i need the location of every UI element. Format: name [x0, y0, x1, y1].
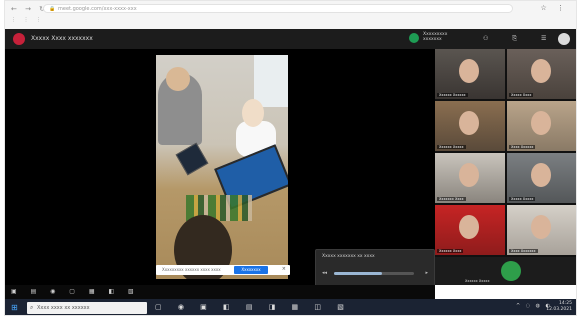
- address-bar[interactable]: 🔒 meet.google.com/xxx-xxxx-xxx: [43, 4, 513, 13]
- participant-tile[interactable]: Xxxxx Xxxx: [507, 49, 576, 99]
- meeting-title: Xxxxx Xxxx xxxxxxx: [31, 35, 93, 42]
- recording-text: Xxxxxxxxx xxxxxxx: [423, 32, 447, 42]
- participant-name: Xxxx Xxxxxxx: [509, 249, 538, 253]
- participant-name: Xxxx Xxxxxx: [509, 145, 536, 149]
- popup-title: Xxxxx xxxxxxx xx xxxx: [322, 254, 375, 259]
- main-video-stage: Xxxxxxxxx xxxxxx xxxx xxxx Xxxxxxxx × Xx…: [5, 49, 435, 299]
- participant-tile[interactable]: Xxxxxxx Xxxx: [435, 153, 505, 203]
- windows-taskbar: ⊞ ⌕ Xxxx xxxx xx xxxxxx ▢ ◉ ▣ ◧ ▤ ◨ ▦ ◫ …: [5, 299, 576, 315]
- screen-share-message: Xxxxxxxxx xxxxxx xxxx xxxx: [162, 267, 221, 272]
- taskbar-search[interactable]: ⌕ Xxxx xxxx xx xxxxxx: [27, 302, 147, 314]
- avatar[interactable]: [558, 33, 570, 45]
- screen: ← → ↻ 🔒 meet.google.com/xxx-xxxx-xxx ☆ ⋮…: [4, 0, 577, 316]
- browser-menu-icons[interactable]: ☆ ⋮: [540, 4, 568, 12]
- recording-line-2: xxxxxxx: [423, 37, 442, 42]
- presenter-video: [156, 55, 288, 279]
- participant-name: Xxxxxx Xxxxx: [437, 145, 466, 149]
- stop-sharing-button[interactable]: Xxxxxxxx: [234, 266, 268, 274]
- clock-date: 12.03.2021: [546, 307, 572, 312]
- search-placeholder: Xxxx xxxx xx xxxxxx: [37, 305, 90, 311]
- self-view-tile[interactable]: Xxxxxx Xxxxx: [435, 257, 576, 285]
- call-control-icons[interactable]: ▣ ▤ ◉ ▢ ▦ ◧ ▧: [11, 288, 140, 295]
- browser-toolbar: ← → ↻ 🔒 meet.google.com/xxx-xxxx-xxx ☆ ⋮…: [5, 1, 576, 29]
- screen-share-notice: Xxxxxxxxx xxxxxx xxxx xxxx Xxxxxxxx ×: [156, 265, 290, 275]
- windows-start-icon[interactable]: ⊞: [11, 303, 18, 312]
- self-view-name: Xxxxxx Xxxxx: [465, 279, 490, 283]
- volume-slider[interactable]: [334, 272, 414, 275]
- participant-name: Xxxxx Xxxx: [509, 93, 534, 97]
- close-icon[interactable]: ×: [282, 266, 286, 272]
- rewind-icon[interactable]: ◂◂: [322, 270, 327, 276]
- meeting-tools[interactable]: ⚇ ⎘ ☰: [483, 35, 557, 43]
- meeting-header: Xxxxx Xxxx xxxxxxx Xxxxxxxxx xxxxxxx ⚇ ⎘…: [5, 29, 576, 49]
- participant-tile[interactable]: Xxxx Xxxxxxx: [507, 205, 576, 255]
- address-text: meet.google.com/xxx-xxxx-xxx: [58, 6, 137, 12]
- participant-name: Xxxxxx Xxxx: [437, 249, 464, 253]
- taskbar-apps[interactable]: ▢ ◉ ▣ ◧ ▤ ◨ ▦ ◫ ▧: [155, 303, 351, 311]
- participant-tile[interactable]: Xxxx Xxxxxx: [507, 101, 576, 151]
- play-icon[interactable]: ▸: [425, 270, 428, 276]
- lock-icon: 🔒: [49, 6, 56, 12]
- meeting-logo: [13, 33, 25, 45]
- participant-name: Xxxxxx Xxxxxx: [437, 93, 468, 97]
- participant-name: Xxxxxxx Xxxx: [437, 197, 466, 201]
- participant-name: Xxxxx Xxxxx: [509, 197, 536, 201]
- participant-tile[interactable]: Xxxxxx Xxxxx: [435, 101, 505, 151]
- participant-tile[interactable]: Xxxxx Xxxxx: [507, 153, 576, 203]
- call-controls: ▣ ▤ ◉ ▢ ▦ ◧ ▧: [5, 285, 435, 299]
- participant-grid: Xxxxxx Xxxxxx Xxxxx Xxxx Xxxxxx Xxxxx Xx…: [435, 49, 576, 285]
- recording-indicator: [409, 33, 419, 43]
- participant-tile[interactable]: Xxxxxx Xxxx: [435, 205, 505, 255]
- bookmarks-bar: ⋮ ⋮ ⋮: [11, 17, 45, 23]
- participant-tile[interactable]: Xxxxxx Xxxxxx: [435, 49, 505, 99]
- microphone-icon[interactable]: [501, 261, 521, 281]
- search-icon: ⌕: [30, 304, 34, 311]
- clock[interactable]: 14:25 12.03.2021: [546, 301, 572, 313]
